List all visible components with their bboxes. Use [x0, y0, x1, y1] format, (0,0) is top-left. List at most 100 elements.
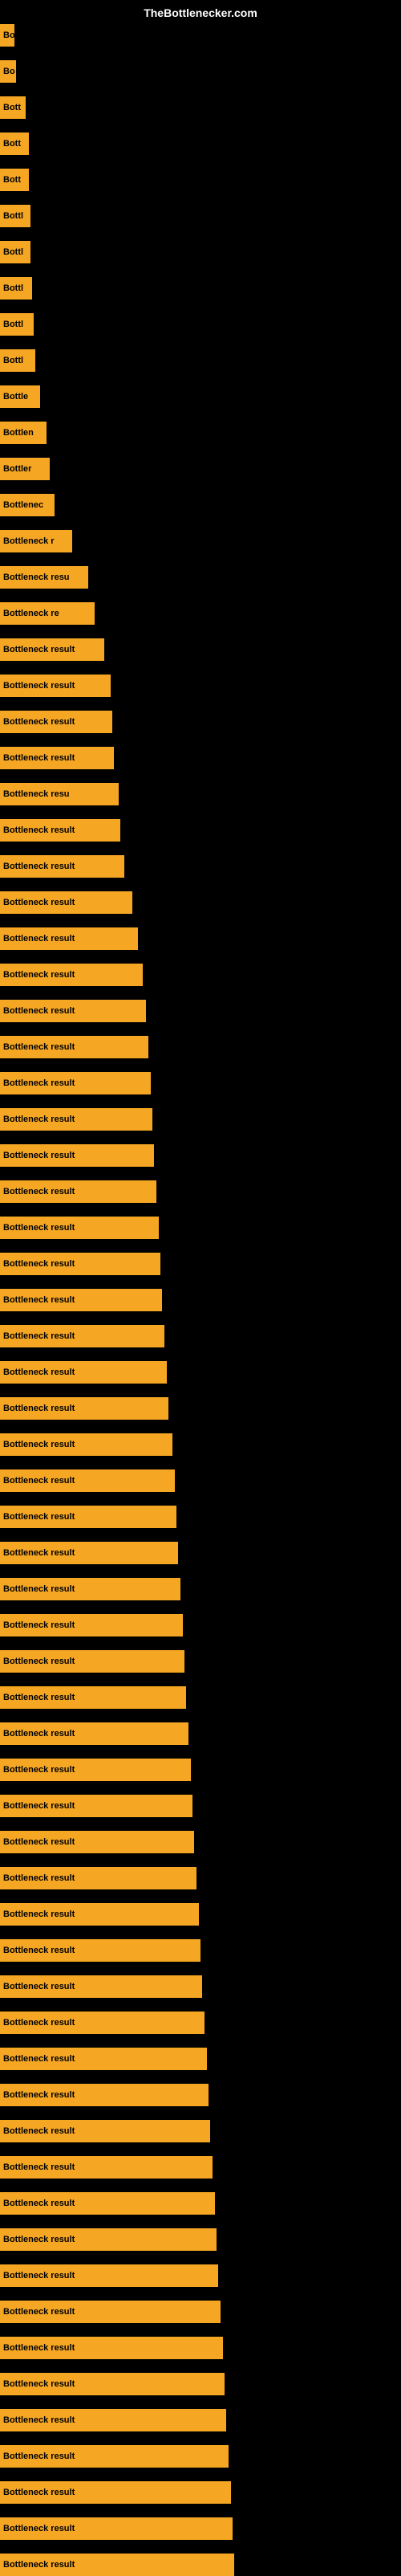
- bar-label: Bottlen: [0, 422, 47, 444]
- bar-item: Bottleneck result: [0, 891, 132, 914]
- bar-label: Bottleneck result: [0, 1217, 159, 1239]
- bar-item: Bottleneck result: [0, 1506, 176, 1528]
- bar-item: Bottleneck result: [0, 1289, 162, 1311]
- bar-item: Bottleneck result: [0, 1903, 199, 1926]
- bar-label: Bottleneck re: [0, 602, 95, 625]
- bar-label: Bottleneck result: [0, 1144, 154, 1167]
- bar-item: Bottleneck result: [0, 1759, 191, 1781]
- bar-label: Bottleneck result: [0, 1578, 180, 1600]
- bar-label: Bottleneck resu: [0, 566, 88, 589]
- bar-item: Bottleneck result: [0, 2228, 217, 2251]
- bar-item: Bottleneck result: [0, 1144, 154, 1167]
- bar-item: Bottleneck result: [0, 638, 104, 661]
- bar-item: Bottl: [0, 313, 34, 336]
- bar-label: Bottleneck result: [0, 1253, 160, 1275]
- bar-label: Bottl: [0, 349, 35, 372]
- bar-item: Bottleneck result: [0, 2409, 226, 2431]
- bar-item: Bottleneck result: [0, 2337, 223, 2359]
- bar-item: Bottleneck result: [0, 1108, 152, 1131]
- bar-label: Bottleneck result: [0, 855, 124, 878]
- bar-item: Bottleneck result: [0, 1542, 178, 1564]
- bar-label: Bott: [0, 96, 26, 119]
- bar-item: Bottleneck result: [0, 2084, 209, 2106]
- bar-label: Bo: [0, 60, 16, 83]
- bar-item: Bottleneck result: [0, 819, 120, 842]
- bar-item: Bottlen: [0, 422, 47, 444]
- bar-label: Bottleneck result: [0, 1433, 172, 1456]
- bar-item: Bott: [0, 96, 26, 119]
- bar-label: Bottleneck result: [0, 2337, 223, 2359]
- bar-item: Bottleneck result: [0, 1722, 188, 1745]
- bar-item: Bottleneck result: [0, 1614, 183, 1636]
- bar-label: Bottleneck result: [0, 1686, 186, 1709]
- bar-label: Bottleneck result: [0, 891, 132, 914]
- bar-label: Bottleneck result: [0, 2554, 234, 2576]
- bar-item: Bottleneck result: [0, 2011, 205, 2034]
- bar-label: Bottleneck result: [0, 1289, 162, 1311]
- bar-label: Bottleneck result: [0, 2084, 209, 2106]
- bar-label: Bottleneck result: [0, 2373, 225, 2395]
- bar-item: Bottleneck result: [0, 1650, 184, 1673]
- bar-item: Bottleneck re: [0, 602, 95, 625]
- bar-item: Bottleneck resu: [0, 783, 119, 805]
- bar-item: Bottleneck result: [0, 2120, 210, 2142]
- bar-item: Bottl: [0, 349, 35, 372]
- bar-label: Bottleneck result: [0, 2011, 205, 2034]
- bar-label: Bottleneck result: [0, 1831, 194, 1853]
- bar-item: Bottleneck result: [0, 1036, 148, 1058]
- bar-label: Bottl: [0, 205, 30, 227]
- bar-item: Bottleneck result: [0, 2373, 225, 2395]
- bar-label: Bottleneck result: [0, 1108, 152, 1131]
- bar-item: Bottleneck result: [0, 2048, 207, 2070]
- bar-label: Bottleneck result: [0, 2228, 217, 2251]
- bar-label: Bott: [0, 169, 29, 191]
- bar-item: Bottlenec: [0, 494, 55, 516]
- bar-label: Bottleneck result: [0, 1180, 156, 1203]
- bar-item: Bottle: [0, 385, 40, 408]
- bar-label: Bottle: [0, 385, 40, 408]
- bar-label: Bottleneck result: [0, 1759, 191, 1781]
- bar-item: Bottleneck r: [0, 530, 72, 552]
- bar-label: Bottleneck result: [0, 1614, 183, 1636]
- bar-item: Bottleneck result: [0, 2517, 233, 2540]
- bar-item: Bottleneck result: [0, 1397, 168, 1420]
- bar-item: Bottleneck result: [0, 675, 111, 697]
- bar-item: Bottl: [0, 277, 32, 300]
- bar-item: Bottleneck result: [0, 1072, 151, 1094]
- bar-label: Bottleneck result: [0, 2156, 213, 2179]
- bar-label: Bottleneck result: [0, 1542, 178, 1564]
- bar-label: Bottleneck result: [0, 1867, 196, 1889]
- bar-label: Bo: [0, 24, 14, 47]
- bar-label: Bottleneck result: [0, 2120, 210, 2142]
- bar-label: Bottleneck result: [0, 2481, 231, 2504]
- bar-item: Bottleneck result: [0, 1469, 175, 1492]
- bar-item: Bottleneck result: [0, 927, 138, 950]
- bar-item: Bottleneck resu: [0, 566, 88, 589]
- bar-label: Bottleneck result: [0, 1650, 184, 1673]
- bar-label: Bottleneck result: [0, 2264, 218, 2287]
- bar-item: Bottleneck result: [0, 2192, 215, 2215]
- bar-item: Bo: [0, 60, 16, 83]
- bar-label: Bottleneck resu: [0, 783, 119, 805]
- bar-item: Bott: [0, 169, 29, 191]
- bar-label: Bottleneck result: [0, 2445, 229, 2468]
- bar-item: Bott: [0, 132, 29, 155]
- bar-label: Bottleneck result: [0, 1036, 148, 1058]
- bar-item: Bottleneck result: [0, 1831, 194, 1853]
- bar-item: Bottleneck result: [0, 747, 114, 769]
- bar-item: Bottleneck result: [0, 2554, 234, 2576]
- bar-item: Bottleneck result: [0, 1325, 164, 1347]
- bar-label: Bottleneck result: [0, 675, 111, 697]
- bar-item: Bottl: [0, 205, 30, 227]
- bar-label: Bottleneck r: [0, 530, 72, 552]
- bar-label: Bottler: [0, 458, 50, 480]
- bar-label: Bottleneck result: [0, 638, 104, 661]
- bar-label: Bottl: [0, 241, 30, 263]
- bar-label: Bottleneck result: [0, 927, 138, 950]
- bar-item: Bottleneck result: [0, 1795, 192, 1817]
- bar-label: Bottl: [0, 313, 34, 336]
- bar-label: Bottleneck result: [0, 1325, 164, 1347]
- bar-label: Bottleneck result: [0, 2048, 207, 2070]
- bar-label: Bottleneck result: [0, 1506, 176, 1528]
- bar-item: Bottleneck result: [0, 1253, 160, 1275]
